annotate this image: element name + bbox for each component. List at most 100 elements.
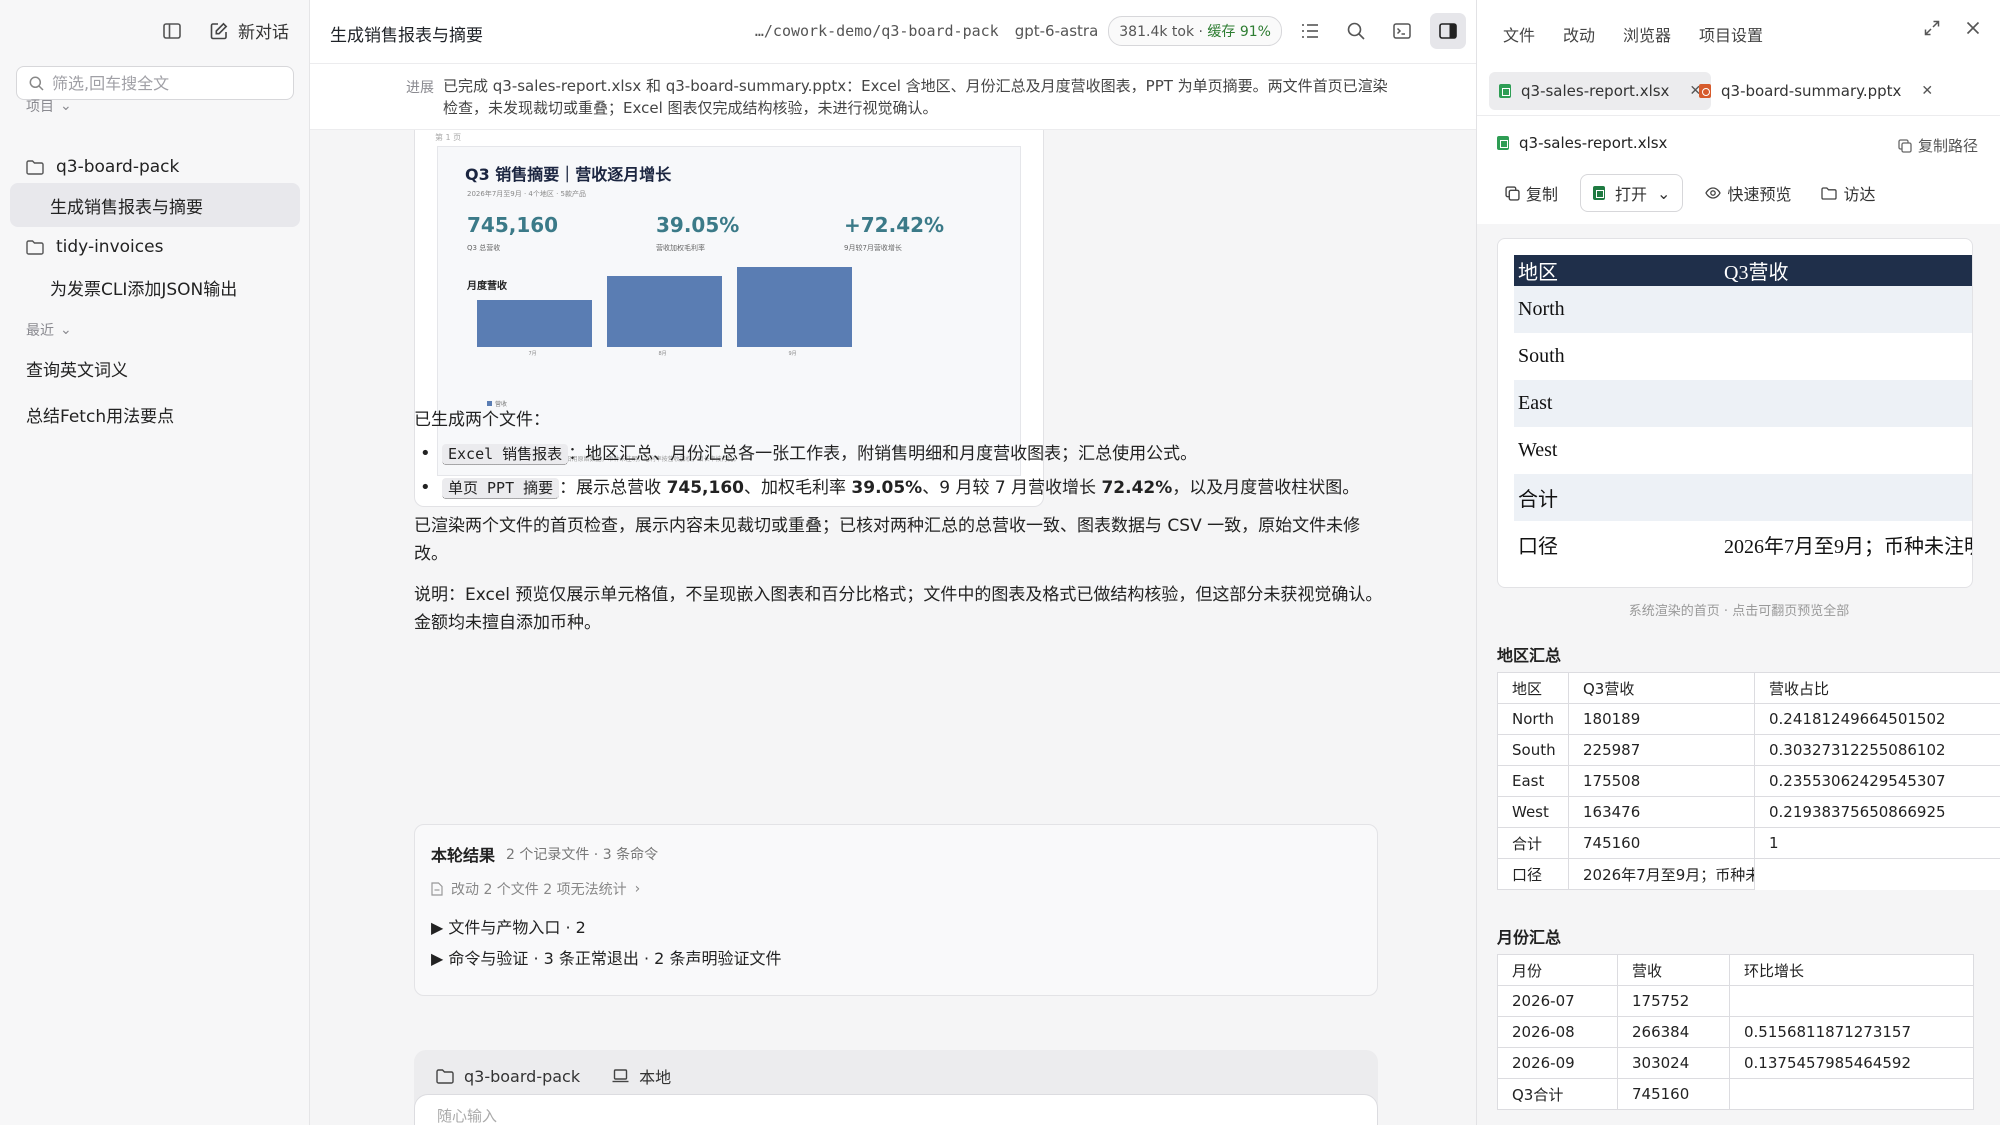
menu-project-settings[interactable]: 项目设置	[1699, 22, 1763, 46]
table-row: South	[1514, 333, 1972, 380]
sidebar-recent-item[interactable]: 总结Fetch用法要点	[10, 392, 300, 436]
kpi-value: 39.05%	[656, 213, 740, 237]
table-cell[interactable]: East	[1497, 765, 1569, 797]
close-icon[interactable]	[1966, 20, 1980, 41]
table-cell[interactable]	[1754, 858, 2000, 890]
sidebar-chat-sales-report[interactable]: 生成销售报表与摘要	[10, 183, 300, 227]
project-path[interactable]: …/cowork-demo/q3-board-pack	[755, 22, 999, 40]
slide-title: Q3 销售摘要｜营收逐月增长	[465, 165, 672, 184]
folder-icon	[1821, 186, 1838, 200]
region-summary-table: 地区 Q3营收 营收占比 North 180189 0.24181249664501502…	[1497, 672, 2000, 890]
table-row: 2026-08 266384 0.5156811871273157	[1497, 1016, 1974, 1048]
chart-bar	[607, 276, 722, 347]
project-chip-label: q3-board-pack	[464, 1066, 581, 1086]
sidebar-recent-item[interactable]: 查询英文词义	[10, 346, 300, 390]
changes-summary[interactable]: 改动 2 个文件 2 项无法统计 ›	[431, 879, 640, 899]
table-cell[interactable]: 营收占比	[1754, 672, 2000, 704]
table-cell[interactable]: 745160	[1568, 827, 1755, 859]
toggle-sidebar-icon[interactable]	[160, 19, 184, 43]
message-input[interactable]	[437, 1107, 1137, 1125]
expand-icon[interactable]	[1924, 20, 1940, 41]
chat-title: 为发票CLI添加JSON输出	[50, 279, 238, 300]
table-cell[interactable]: 175508	[1568, 765, 1755, 797]
table-cell[interactable]: 180189	[1568, 703, 1755, 735]
table-cell[interactable]: 0.30327312255086102	[1754, 734, 2000, 766]
kpi-label: Q3 总营收	[467, 244, 501, 252]
copy-path-button[interactable]: 复制路径	[1898, 135, 1978, 156]
composer: q3-board-pack 本地	[414, 1050, 1378, 1125]
table-cell[interactable]: 2026-08	[1497, 1016, 1618, 1048]
chart-category-label: 9月	[788, 351, 797, 357]
reveal-in-finder-button[interactable]: 访达	[1813, 174, 1883, 212]
search-button[interactable]	[1338, 13, 1374, 49]
table-cell[interactable]: West	[1497, 796, 1569, 828]
ppt-file-link[interactable]: 单页 PPT 摘要	[442, 478, 560, 499]
table-cell[interactable]: 营收	[1617, 954, 1730, 986]
table-cell[interactable]: 1	[1754, 827, 2000, 859]
table-cell[interactable]: 合计	[1497, 827, 1569, 859]
new-chat-button[interactable]: 新对话	[210, 18, 289, 43]
table-cell[interactable]	[1729, 1078, 1974, 1110]
terminal-button[interactable]	[1384, 13, 1420, 49]
kpi-value: +72.42%	[844, 213, 945, 237]
table-cell[interactable]: 0.24181249664501502	[1754, 703, 2000, 735]
sidebar-project-tidy-invoices[interactable]: tidy-invoices	[10, 225, 300, 269]
menu-files[interactable]: 文件	[1503, 22, 1535, 46]
table-cell[interactable]: North	[1497, 703, 1569, 735]
rendered-first-page[interactable]: 地区 Q3营收 North South East West 合计 口径 2026年7月至9月…	[1497, 238, 1973, 588]
menu-changes[interactable]: 改动	[1563, 22, 1595, 46]
table-row: 合计 745160 1	[1497, 827, 2000, 859]
commands-expander[interactable]: ▶ 命令与验证 · 3 条正常退出 · 2 条声明验证文件	[431, 945, 781, 969]
table-cell[interactable]: 225987	[1568, 734, 1755, 766]
progress-label: 进展	[406, 80, 434, 96]
table-cell[interactable]: Q3合计	[1497, 1078, 1618, 1110]
table-cell[interactable]: 2026年7月至9月；币种未注明	[1568, 858, 1755, 890]
env-chip-label: 本地	[639, 1068, 672, 1087]
table-cell[interactable]: 环比增长	[1729, 954, 1974, 986]
table-cell[interactable]: South	[1497, 734, 1569, 766]
table-cell[interactable]: 163476	[1568, 796, 1755, 828]
table-cell[interactable]	[1729, 985, 1974, 1017]
table-cell[interactable]: 地区	[1497, 672, 1569, 704]
tab-pptx[interactable]: q3-board-summary.pptx ✕	[1689, 72, 1943, 110]
table-cell[interactable]: 0.1375457985464592	[1729, 1047, 1974, 1079]
section-recent[interactable]: 最近 ⌄	[26, 320, 72, 340]
search-input[interactable]	[52, 73, 282, 93]
bold-value: 745,160	[666, 478, 744, 498]
open-with-button[interactable]: 打开 ⌄	[1580, 174, 1684, 212]
outline-button[interactable]	[1292, 13, 1328, 49]
env-chip[interactable]: 本地	[612, 1064, 671, 1088]
table-row: 2026-09 303024 0.1375457985464592	[1497, 1047, 1974, 1079]
table-cell[interactable]: 口径	[1497, 858, 1569, 890]
table-row: West 163476 0.21938375650866925	[1497, 796, 2000, 828]
menu-browser[interactable]: 浏览器	[1623, 22, 1671, 46]
table-cell[interactable]: Q3营收	[1568, 672, 1755, 704]
table-cell[interactable]: 0.5156811871273157	[1729, 1016, 1974, 1048]
table-cell[interactable]: 2026-09	[1497, 1047, 1618, 1079]
excel-file-link[interactable]: Excel 销售报表	[442, 444, 569, 465]
copy-icon	[1505, 185, 1520, 201]
copy-button[interactable]: 复制	[1497, 174, 1566, 212]
model-name[interactable]: gpt-6-astra	[1015, 22, 1099, 40]
region-summary-title: 地区汇总	[1497, 646, 1562, 665]
table-cell[interactable]: 266384	[1617, 1016, 1730, 1048]
project-chip[interactable]: q3-board-pack	[436, 1064, 580, 1088]
files-expander[interactable]: ▶ 文件与产物入口 · 2	[431, 914, 586, 938]
toggle-panel-button[interactable]	[1430, 13, 1466, 49]
search-icon	[1347, 22, 1365, 40]
tab-xlsx[interactable]: q3-sales-report.xlsx ✕	[1489, 72, 1712, 110]
table-cell[interactable]: 303024	[1617, 1047, 1730, 1079]
table-cell[interactable]: 745160	[1617, 1078, 1730, 1110]
close-tab-icon[interactable]: ✕	[1921, 83, 1933, 99]
table-cell[interactable]: 175752	[1617, 985, 1730, 1017]
table-cell[interactable]: 月份	[1497, 954, 1618, 986]
copy-label: 复制	[1526, 185, 1559, 204]
chevron-down-icon: ⌄	[1657, 183, 1671, 203]
section-projects[interactable]: 项目 ⌄	[26, 96, 72, 116]
table-row: 口径 2026年7月至9月；币种未注明	[1514, 521, 1972, 568]
table-cell[interactable]: 0.23553062429545307	[1754, 765, 2000, 797]
sidebar-chat-json-output[interactable]: 为发票CLI添加JSON输出	[10, 265, 300, 309]
table-cell[interactable]: 2026-07	[1497, 985, 1618, 1017]
table-cell[interactable]: 0.21938375650866925	[1754, 796, 2000, 828]
quick-look-button[interactable]: 快速预览	[1697, 174, 1799, 212]
